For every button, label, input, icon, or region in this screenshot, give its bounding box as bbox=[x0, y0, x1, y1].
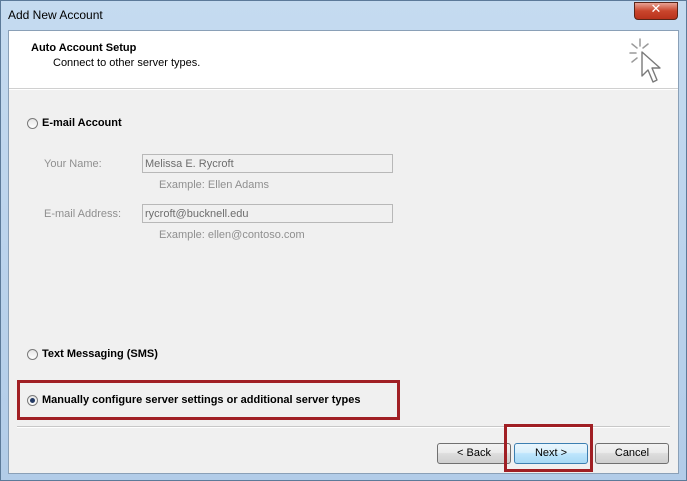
sms-radio[interactable] bbox=[27, 348, 38, 360]
email-address-label: E-mail Address: bbox=[44, 208, 122, 220]
close-icon: ✕ bbox=[650, 2, 662, 17]
cancel-button[interactable]: Cancel bbox=[595, 443, 669, 464]
your-name-field[interactable] bbox=[142, 154, 393, 173]
email-address-example: Example: ellen@contoso.com bbox=[159, 229, 305, 241]
your-name-label: Your Name: bbox=[44, 158, 102, 170]
email-address-field[interactable] bbox=[142, 204, 393, 223]
your-name-example: Example: Ellen Adams bbox=[159, 179, 270, 191]
cursor-sparkle-icon bbox=[629, 38, 661, 83]
close-button[interactable]: ✕ bbox=[634, 2, 678, 20]
next-button-highlight bbox=[504, 424, 593, 472]
sms-option[interactable]: Text Messaging (SMS) bbox=[27, 348, 158, 360]
header-subtitle: Connect to other server types. bbox=[53, 57, 201, 69]
header-divider bbox=[9, 89, 678, 90]
title-bar: Add New Account ✕ bbox=[1, 1, 686, 30]
email-account-label: E-mail Account bbox=[42, 117, 122, 129]
window-title: Add New Account bbox=[8, 8, 103, 22]
sms-label: Text Messaging (SMS) bbox=[42, 348, 158, 360]
header-band: Auto Account Setup Connect to other serv… bbox=[9, 31, 678, 89]
header-title: Auto Account Setup bbox=[31, 42, 137, 54]
back-button[interactable]: < Back bbox=[437, 443, 511, 464]
email-account-radio[interactable] bbox=[27, 117, 38, 129]
email-account-option[interactable]: E-mail Account bbox=[27, 117, 122, 129]
manual-option-highlight bbox=[17, 380, 400, 420]
add-account-window: Add New Account ✕ Auto Account Setup Con… bbox=[0, 0, 687, 481]
